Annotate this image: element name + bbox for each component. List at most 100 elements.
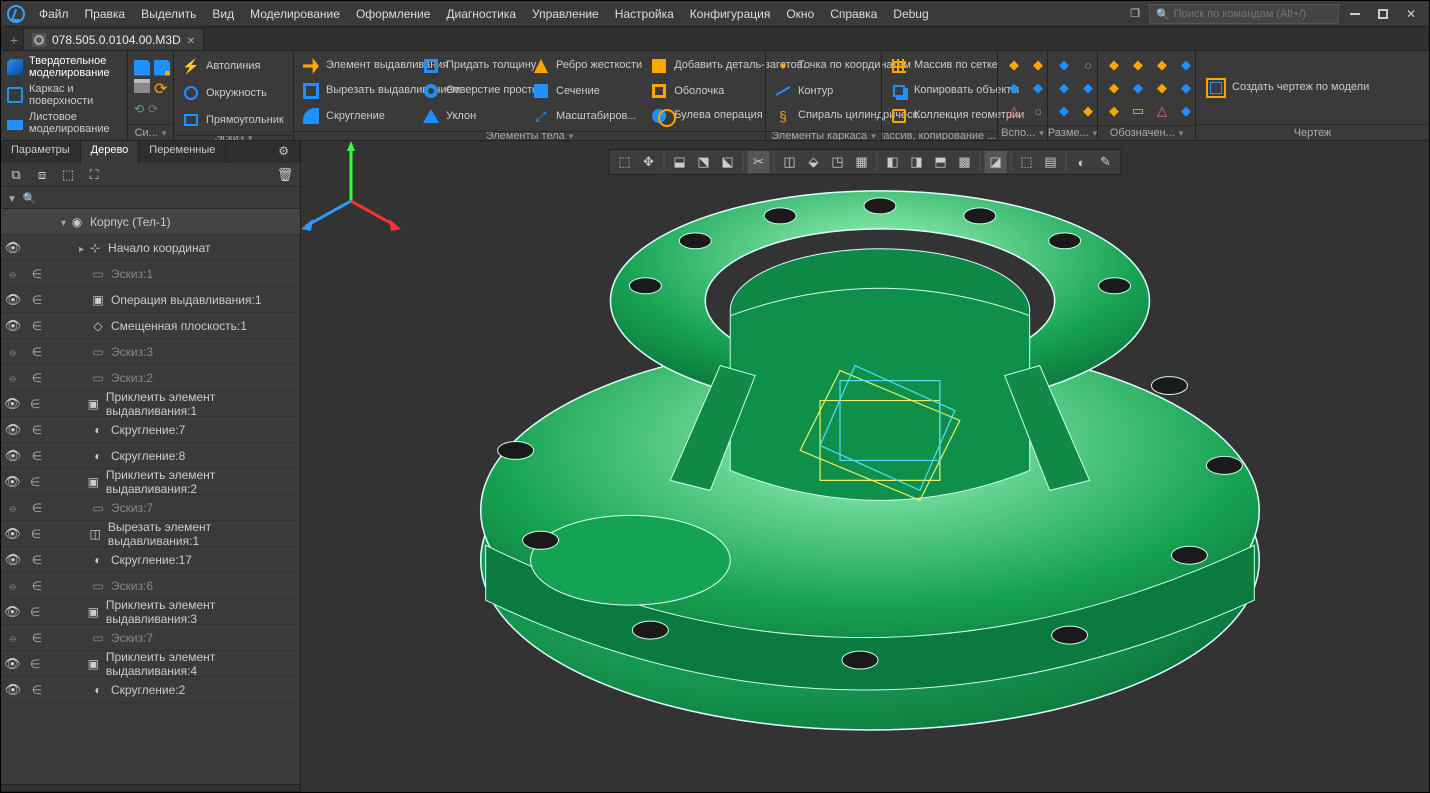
minimize-button[interactable] (1343, 5, 1367, 23)
mark-icon[interactable] (1128, 78, 1148, 98)
tree-item[interactable]: ⦵∈▭Эскиз:1 (1, 261, 300, 287)
menu-item[interactable]: Конфигурация (682, 4, 779, 24)
vt-icon[interactable]: ⬓ (669, 151, 691, 173)
cmd-extrude[interactable]: Элемент выдавливания (300, 55, 416, 77)
dim-icon[interactable] (1078, 78, 1098, 98)
expand-icon[interactable] (61, 215, 68, 229)
include-icon[interactable]: ∈ (25, 683, 49, 697)
close-button[interactable] (1399, 5, 1423, 23)
visibility-icon[interactable]: 👁 (1, 604, 24, 620)
visibility-icon[interactable]: ⦵ (1, 344, 25, 360)
vt-icon[interactable]: ▦ (851, 151, 873, 173)
menu-item[interactable]: Справка (822, 4, 885, 24)
visibility-icon[interactable]: ⦵ (1, 578, 25, 594)
vt-icon[interactable]: ⬔ (693, 151, 715, 173)
vt-icon[interactable]: ⬚ (614, 151, 636, 173)
tree-item[interactable]: 👁∈◇Смещенная плоскость:1 (1, 313, 300, 339)
restore-panel-icon[interactable] (1123, 5, 1147, 23)
visibility-icon[interactable]: ⦵ (1, 370, 25, 386)
tree-item[interactable]: 👁∈▣Приклеить элемент выдавливания:4 (1, 651, 300, 677)
panel-settings-icon[interactable] (268, 141, 300, 163)
menu-item[interactable]: Настройка (607, 4, 682, 24)
visibility-icon[interactable]: 👁 (1, 682, 25, 698)
vt-icon[interactable]: ✎ (1095, 151, 1117, 173)
document-tab[interactable]: 078.505.0.0104.00.M3D (23, 28, 204, 50)
cmd-thicken[interactable]: Придать толщину (420, 55, 526, 77)
menu-item[interactable]: Вид (204, 4, 242, 24)
vt-icon[interactable]: ◧ (882, 151, 904, 173)
dim-icon[interactable] (1054, 55, 1074, 75)
mark-icon[interactable] (1152, 101, 1172, 121)
dim-icon[interactable] (1078, 101, 1098, 121)
maximize-button[interactable] (1371, 5, 1395, 23)
visibility-icon[interactable]: 👁 (1, 474, 24, 490)
tree-item[interactable]: 👁∈◐Скругление:8 (1, 443, 300, 469)
tree-tool-icon[interactable]: ⧉ (7, 166, 25, 184)
include-icon[interactable]: ∈ (24, 657, 47, 671)
aux-icon[interactable] (1004, 55, 1024, 75)
mode-solid[interactable]: Твердотельное моделирование (1, 53, 127, 81)
cmd-draft[interactable]: Уклон (420, 105, 526, 127)
tree-item[interactable]: 👁∈▣Приклеить элемент выдавливания:1 (1, 391, 300, 417)
tree-item[interactable]: ⦵∈▭Эскиз:7 (1, 625, 300, 651)
visibility-icon[interactable]: 👁 (1, 552, 25, 568)
tab-parameters[interactable]: Параметры (1, 141, 81, 163)
cmd-hole[interactable]: Отверстие простое (420, 80, 526, 102)
mark-icon[interactable] (1128, 55, 1148, 75)
cmd-autoline[interactable]: Автолиния (180, 55, 286, 77)
aux-icon[interactable] (1028, 55, 1048, 75)
save-icon[interactable] (134, 60, 150, 76)
vt-icon[interactable]: ⬙ (803, 151, 825, 173)
mark-icon[interactable] (1104, 101, 1124, 121)
mark-icon[interactable] (1152, 78, 1172, 98)
new-tab-button[interactable]: + (5, 30, 23, 50)
include-icon[interactable]: ∈ (25, 319, 49, 333)
menu-item[interactable]: Debug (885, 4, 936, 24)
tree-item[interactable]: 👁∈◫Вырезать элемент выдавливания:1 (1, 521, 300, 547)
tree-item[interactable]: ⦵∈▭Эскиз:7 (1, 495, 300, 521)
vt-icon[interactable]: ✂ (748, 151, 770, 173)
include-icon[interactable]: ∈ (24, 475, 47, 489)
mark-icon[interactable] (1176, 101, 1196, 121)
command-search[interactable] (1149, 4, 1339, 24)
viewport-3d[interactable]: ⬚ ✥ ⬓ ⬔ ⬕ ✂ ◫ ⬙ ◳ ▦ ◧ ◨ ⬒ ▩ ◪ (301, 141, 1429, 792)
menu-item[interactable]: Управление (524, 4, 607, 24)
tree-origin[interactable]: 👁 ⊹ Начало координат (1, 235, 300, 261)
aux-icon[interactable] (1028, 101, 1048, 121)
tree-item[interactable]: ⦵∈▭Эскиз:2 (1, 365, 300, 391)
tree-item[interactable]: 👁∈◐Скругление:17 (1, 547, 300, 573)
include-icon[interactable]: ∈ (25, 423, 49, 437)
tree-item[interactable]: ⦵∈▭Эскиз:3 (1, 339, 300, 365)
cmd-create-drawing[interactable]: Создать чертеж по модели (1202, 55, 1373, 120)
aux-icon[interactable] (1004, 78, 1024, 98)
model-tree[interactable]: ◉ Корпус (Тел-1) 👁 ⊹ Начало координат ⦵∈… (1, 209, 300, 784)
visibility-icon[interactable]: 👁 (1, 292, 25, 308)
include-icon[interactable]: ∈ (25, 553, 49, 567)
tab-close-icon[interactable] (187, 33, 195, 47)
vt-icon[interactable]: ⬕ (717, 151, 739, 173)
mark-icon[interactable] (1152, 55, 1172, 75)
mode-wireframe[interactable]: Каркас и поверхности (1, 81, 127, 109)
visibility-icon[interactable]: 👁 (1, 396, 24, 412)
tree-item[interactable]: 👁∈▣Приклеить элемент выдавливания:3 (1, 599, 300, 625)
dim-icon[interactable] (1054, 78, 1074, 98)
cmd-section[interactable]: Сечение (530, 80, 644, 102)
include-icon[interactable]: ∈ (24, 397, 47, 411)
menu-item[interactable]: Правка (77, 4, 134, 24)
visibility-icon[interactable]: ⦵ (1, 630, 25, 646)
cmd-boolean[interactable]: Булева операция (648, 105, 768, 127)
redo-icon[interactable]: ⟳ (148, 102, 158, 116)
delete-icon[interactable]: 🗑 (276, 166, 294, 184)
mode-sheet[interactable]: Листовое моделирование (1, 109, 127, 137)
vt-icon[interactable]: ⬚ (1016, 151, 1038, 173)
visibility-icon[interactable]: 👁 (1, 448, 25, 464)
dim-icon[interactable] (1078, 55, 1098, 75)
tree-item[interactable]: 👁∈▣Операция выдавливания:1 (1, 287, 300, 313)
aux-icon[interactable] (1004, 101, 1024, 121)
dim-icon[interactable] (1054, 101, 1074, 121)
vt-icon[interactable]: ◐ (1071, 151, 1093, 173)
tree-item[interactable]: 👁∈▣Приклеить элемент выдавливания:2 (1, 469, 300, 495)
include-icon[interactable]: ∈ (25, 293, 49, 307)
visibility-icon[interactable]: ⦵ (1, 500, 25, 516)
vt-icon[interactable]: ◳ (827, 151, 849, 173)
